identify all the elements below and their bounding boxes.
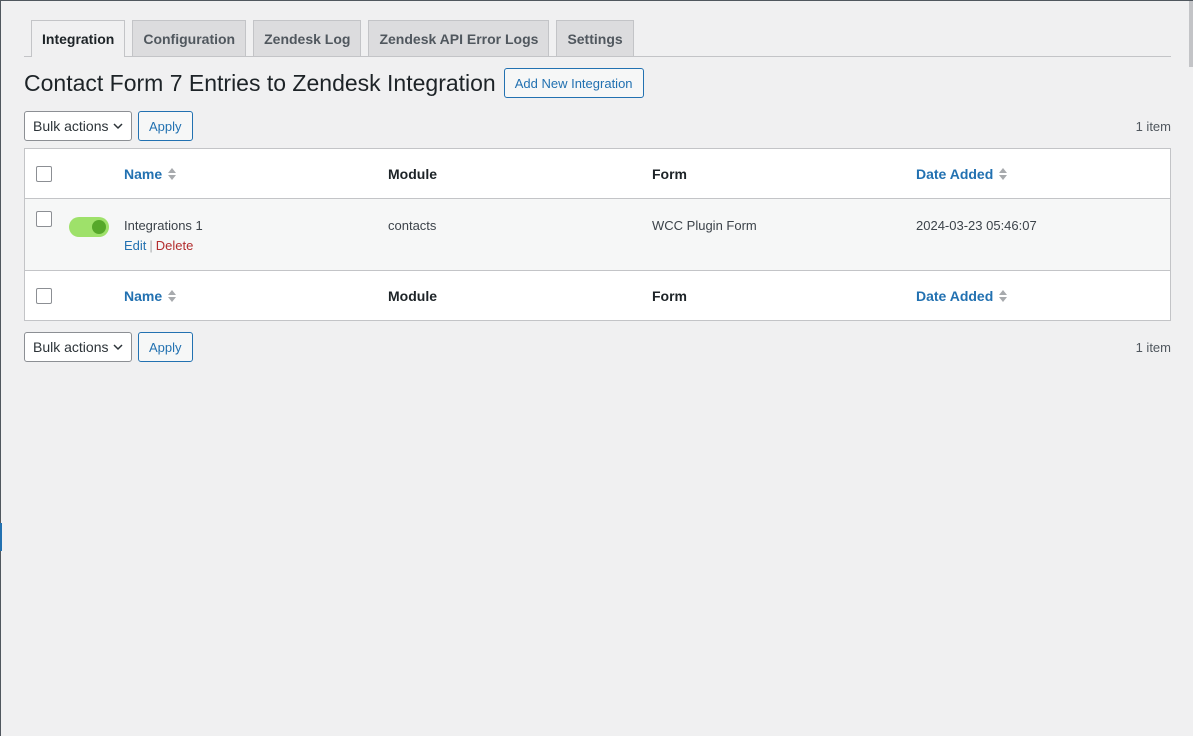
select-all-footer-checkbox[interactable] [36,287,52,304]
items-count-bottom: 1 item [1135,339,1171,355]
select-all-cell [25,165,69,182]
delete-link[interactable]: Delete [156,238,194,253]
chevron-down-icon [113,123,123,130]
items-count: 1 item [1135,118,1171,134]
select-all-footer-cell [25,287,69,304]
chevron-down-icon [113,344,123,351]
tablenav-top: Bulk actions Apply 1 item [24,111,1171,141]
toggle-knob [92,220,106,234]
nav-tabs: Integration Configuration Zendesk Log Ze… [24,20,1171,57]
row-date-cell: 2024-03-23 05:46:07 [916,218,1037,233]
heading-row: Contact Form 7 Entries to Zendesk Integr… [24,68,1171,98]
edge-marker [0,523,2,551]
name-header-cell: Name [124,166,388,182]
apply-button-bottom[interactable]: Apply [138,332,193,362]
page-title: Contact Form 7 Entries to Zendesk Integr… [24,70,496,96]
row-select-cell [25,199,69,227]
row-actions-separator: | [149,238,153,253]
integration-name: Integrations 1 [124,218,203,233]
sort-by-name-footer-link[interactable]: Name [124,288,177,304]
bulk-actions-select[interactable]: Bulk actions [24,111,132,141]
table-footer: Name Module Form Date Added [25,270,1170,320]
row-actions: Edit | Delete [124,238,388,253]
table-header: Name Module Form Date Added [25,149,1170,199]
page-frame: Integration Configuration Zendesk Log Ze… [0,0,1193,736]
row-form-cell: WCC Plugin Form [652,218,757,233]
sort-icon [999,289,1008,302]
tab-configuration[interactable]: Configuration [132,20,247,56]
scrollbar[interactable] [1189,1,1193,67]
date-header-cell: Date Added [916,166,1170,182]
name-footer-cell: Name [124,288,388,304]
date-footer-cell: Date Added [916,288,1170,304]
content-wrap: Integration Configuration Zendesk Log Ze… [24,20,1171,362]
sort-by-date-footer-link[interactable]: Date Added [916,288,1008,304]
row-checkbox[interactable] [36,211,52,227]
form-header: Form [652,165,687,182]
sort-by-name-link[interactable]: Name [124,166,177,182]
name-header-label: Name [124,165,163,182]
row-toggle-cell [69,199,124,237]
module-header: Module [388,165,437,182]
tab-zendesk-log[interactable]: Zendesk Log [253,20,362,56]
select-all-checkbox[interactable] [36,165,52,182]
tablenav-bottom: Bulk actions Apply 1 item [24,332,1171,362]
tab-zendesk-api-error-logs[interactable]: Zendesk API Error Logs [368,20,550,56]
integrations-table: Name Module Form Date Added Integrations… [24,148,1171,321]
table-row: Integrations 1 Edit | Delete contacts WCC … [25,199,1170,270]
edit-link[interactable]: Edit [124,238,146,253]
row-name-cell: Integrations 1 Edit | Delete [124,199,388,253]
bulk-actions-group: Bulk actions Apply [24,111,193,141]
name-footer-label: Name [124,287,163,304]
sort-icon [999,167,1008,180]
bulk-actions-label: Bulk actions [33,118,109,134]
row-module-cell: contacts [388,218,437,233]
module-footer: Module [388,287,437,304]
add-new-integration-button[interactable]: Add New Integration [503,68,644,98]
date-header-label: Date Added [916,165,994,182]
date-footer-label: Date Added [916,287,994,304]
sort-icon [168,167,177,180]
sort-by-date-link[interactable]: Date Added [916,166,1008,182]
apply-button[interactable]: Apply [138,111,193,141]
tab-settings[interactable]: Settings [556,20,634,56]
bulk-actions-group-bottom: Bulk actions Apply [24,332,193,362]
integration-enabled-toggle[interactable] [69,217,109,237]
sort-icon [168,289,177,302]
form-footer: Form [652,287,687,304]
bulk-actions-select-bottom[interactable]: Bulk actions [24,332,132,362]
tab-integration[interactable]: Integration [31,20,126,57]
bulk-actions-label-bottom: Bulk actions [33,339,109,355]
